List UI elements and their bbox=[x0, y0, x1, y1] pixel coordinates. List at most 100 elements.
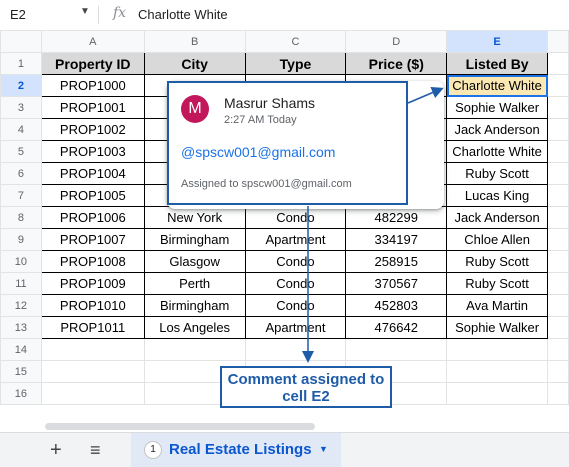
row-number[interactable]: 6 bbox=[0, 162, 42, 185]
empty-cell[interactable] bbox=[547, 338, 569, 361]
table-header-cell[interactable]: Listed By bbox=[446, 52, 549, 75]
table-cell[interactable]: PROP1008 bbox=[40, 250, 145, 273]
table-cell[interactable]: 452803 bbox=[345, 294, 448, 317]
column-header-e[interactable]: E bbox=[446, 30, 549, 53]
empty-cell[interactable] bbox=[547, 74, 569, 97]
table-cell[interactable]: Chloe Allen bbox=[446, 228, 549, 251]
table-cell[interactable]: 482299 bbox=[345, 206, 448, 229]
row-number[interactable]: 7 bbox=[0, 184, 42, 207]
scrollbar-thumb[interactable] bbox=[45, 423, 315, 430]
table-cell[interactable]: Apartment bbox=[244, 228, 347, 251]
column-header-f[interactable] bbox=[547, 30, 569, 53]
table-cell[interactable]: Condo bbox=[244, 250, 347, 273]
row-number[interactable]: 4 bbox=[0, 118, 42, 141]
table-cell[interactable]: PROP1003 bbox=[40, 140, 145, 163]
table-header-cell[interactable]: Price ($) bbox=[345, 52, 448, 75]
table-cell[interactable]: PROP1007 bbox=[40, 228, 145, 251]
table-header-cell[interactable]: Property ID bbox=[40, 52, 145, 75]
table-header-cell[interactable]: Type bbox=[244, 52, 347, 75]
row-number[interactable]: 1 bbox=[0, 52, 42, 75]
select-all-corner[interactable] bbox=[0, 30, 42, 53]
tab-real-estate-listings[interactable]: 1 Real Estate Listings ▼ bbox=[131, 433, 341, 467]
row-number[interactable]: 5 bbox=[0, 140, 42, 163]
horizontal-scrollbar[interactable] bbox=[40, 423, 569, 432]
empty-cell[interactable] bbox=[547, 228, 569, 251]
tab-dropdown-icon[interactable]: ▼ bbox=[319, 444, 328, 454]
empty-cell[interactable] bbox=[547, 316, 569, 339]
empty-cell[interactable] bbox=[547, 382, 569, 405]
table-cell[interactable]: Condo bbox=[244, 294, 347, 317]
column-header-c[interactable]: C bbox=[244, 30, 347, 53]
empty-cell[interactable] bbox=[547, 52, 569, 75]
row-number[interactable]: 8 bbox=[0, 206, 42, 229]
table-cell[interactable]: New York bbox=[143, 206, 246, 229]
table-cell[interactable]: Condo bbox=[244, 206, 347, 229]
column-header-a[interactable]: A bbox=[40, 30, 145, 53]
empty-cell[interactable] bbox=[547, 272, 569, 295]
empty-cell[interactable] bbox=[446, 382, 549, 405]
table-cell[interactable]: Ruby Scott bbox=[446, 272, 549, 295]
table-cell[interactable]: Lucas King bbox=[446, 184, 549, 207]
empty-cell[interactable] bbox=[547, 118, 569, 141]
table-header-cell[interactable]: City bbox=[143, 52, 246, 75]
row-number[interactable]: 2 bbox=[0, 74, 42, 97]
all-sheets-menu-icon[interactable]: ≡ bbox=[90, 440, 101, 460]
empty-cell[interactable] bbox=[40, 360, 145, 383]
table-cell[interactable]: PROP1000 bbox=[40, 74, 145, 97]
row-number[interactable]: 15 bbox=[0, 360, 42, 383]
table-cell[interactable]: Birmingham bbox=[143, 294, 246, 317]
empty-cell[interactable] bbox=[345, 338, 448, 361]
table-cell[interactable]: Ruby Scott bbox=[446, 162, 549, 185]
table-cell[interactable]: PROP1011 bbox=[40, 316, 145, 339]
table-cell[interactable]: Charlotte White bbox=[446, 140, 549, 163]
empty-cell[interactable] bbox=[547, 206, 569, 229]
empty-cell[interactable] bbox=[547, 250, 569, 273]
selected-cell-e2[interactable]: Charlotte White bbox=[446, 74, 549, 97]
table-cell[interactable]: 258915 bbox=[345, 250, 448, 273]
table-cell[interactable]: Condo bbox=[244, 272, 347, 295]
table-cell[interactable]: Jack Anderson bbox=[446, 206, 549, 229]
table-cell[interactable]: Perth bbox=[143, 272, 246, 295]
table-cell[interactable]: Sophie Walker bbox=[446, 316, 549, 339]
row-number[interactable]: 12 bbox=[0, 294, 42, 317]
empty-cell[interactable] bbox=[547, 96, 569, 119]
comment-card[interactable]: M Masrur Shams 2:27 AM Today @spscw001@g… bbox=[167, 81, 444, 209]
table-cell[interactable]: PROP1005 bbox=[40, 184, 145, 207]
formula-input[interactable]: Charlotte White bbox=[138, 7, 228, 22]
add-sheet-icon[interactable]: + bbox=[50, 440, 62, 460]
empty-cell[interactable] bbox=[547, 294, 569, 317]
table-cell[interactable]: Birmingham bbox=[143, 228, 246, 251]
table-cell[interactable]: Los Angeles bbox=[143, 316, 246, 339]
table-cell[interactable]: Apartment bbox=[244, 316, 347, 339]
table-cell[interactable]: PROP1009 bbox=[40, 272, 145, 295]
empty-cell[interactable] bbox=[446, 360, 549, 383]
empty-cell[interactable] bbox=[547, 140, 569, 163]
table-cell[interactable]: PROP1004 bbox=[40, 162, 145, 185]
row-number[interactable]: 3 bbox=[0, 96, 42, 119]
empty-cell[interactable] bbox=[547, 360, 569, 383]
empty-cell[interactable] bbox=[40, 382, 145, 405]
table-cell[interactable]: Jack Anderson bbox=[446, 118, 549, 141]
row-number[interactable]: 9 bbox=[0, 228, 42, 251]
table-cell[interactable]: 370567 bbox=[345, 272, 448, 295]
row-number[interactable]: 14 bbox=[0, 338, 42, 361]
empty-cell[interactable] bbox=[143, 338, 246, 361]
column-header-b[interactable]: B bbox=[143, 30, 246, 53]
table-cell[interactable]: PROP1010 bbox=[40, 294, 145, 317]
empty-cell[interactable] bbox=[446, 338, 549, 361]
empty-cell[interactable] bbox=[547, 162, 569, 185]
table-cell[interactable]: 476642 bbox=[345, 316, 448, 339]
name-box-dropdown-icon[interactable]: ▼ bbox=[80, 6, 90, 17]
table-cell[interactable]: PROP1006 bbox=[40, 206, 145, 229]
row-number[interactable]: 13 bbox=[0, 316, 42, 339]
table-cell[interactable]: Glasgow bbox=[143, 250, 246, 273]
table-cell[interactable]: PROP1002 bbox=[40, 118, 145, 141]
table-cell[interactable]: Ruby Scott bbox=[446, 250, 549, 273]
comment-mention-link[interactable]: @spscw001@gmail.com bbox=[181, 144, 335, 160]
table-cell[interactable]: Sophie Walker bbox=[446, 96, 549, 119]
row-number[interactable]: 11 bbox=[0, 272, 42, 295]
table-cell[interactable]: 334197 bbox=[345, 228, 448, 251]
empty-cell[interactable] bbox=[40, 338, 145, 361]
column-header-d[interactable]: D bbox=[345, 30, 448, 53]
empty-cell[interactable] bbox=[547, 184, 569, 207]
